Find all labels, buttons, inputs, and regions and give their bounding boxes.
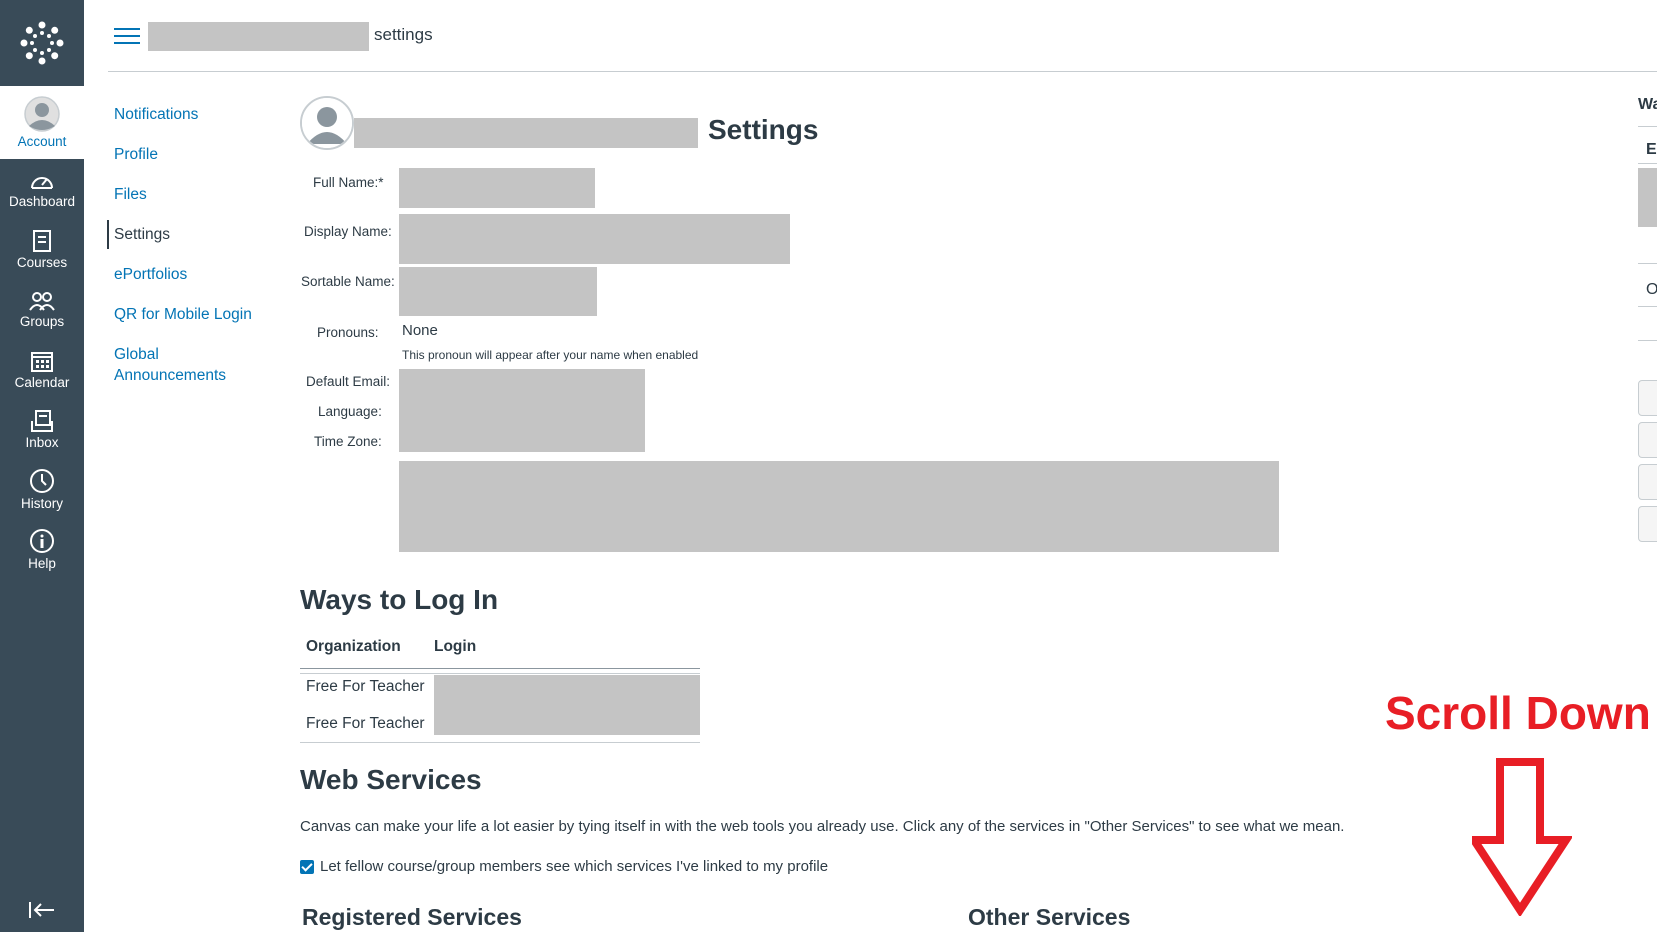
canvas-logo-icon: [20, 21, 64, 65]
menu-qr-mobile-login[interactable]: QR for Mobile Login: [108, 300, 278, 329]
hamburger-line: [114, 28, 140, 30]
right-panel-rule: [1638, 126, 1657, 127]
display-name-field[interactable]: [399, 214, 790, 264]
pronouns-value[interactable]: None: [402, 322, 438, 339]
nav-dashboard-label: Dashboard: [8, 193, 76, 209]
share-services-option[interactable]: Let fellow course/group members see whic…: [300, 858, 828, 875]
web-services-heading: Web Services: [300, 764, 482, 795]
other-services-heading: Other Services: [968, 904, 1131, 930]
top-bar: settings: [108, 0, 1657, 72]
scroll-down-annotation: Scroll Down: [1385, 687, 1651, 739]
account-section-menu: Notifications Profile Files Settings ePo…: [107, 100, 278, 401]
right-panel-title-fragment: Wa: [1638, 96, 1657, 113]
full-name-label: Full Name:*: [313, 175, 384, 190]
right-panel-button[interactable]: [1638, 422, 1657, 458]
nav-calendar-label: Calendar: [14, 374, 70, 390]
table-header-rule-2: [300, 673, 700, 674]
sortable-name-label: Sortable Name:: [301, 274, 395, 289]
groups-icon: [29, 291, 55, 311]
email-language-timezone-redacted[interactable]: [399, 369, 645, 452]
right-panel-rule: [1638, 263, 1657, 264]
right-panel-button[interactable]: [1638, 380, 1657, 416]
menu-profile[interactable]: Profile: [108, 140, 278, 169]
breadcrumb-redacted[interactable]: [148, 22, 369, 51]
table-bottom-rule: [300, 742, 700, 743]
nav-groups[interactable]: Groups: [0, 279, 84, 339]
nav-account[interactable]: Account: [0, 86, 84, 159]
right-panel-item-fragment: E: [1646, 141, 1657, 158]
nav-groups-label: Groups: [19, 313, 65, 329]
right-panel-button[interactable]: [1638, 506, 1657, 542]
organization-column-header: Organization: [306, 638, 401, 655]
share-services-checkbox[interactable]: [300, 859, 314, 874]
nav-history[interactable]: History: [0, 459, 84, 519]
additional-profile-redacted: [399, 461, 1279, 552]
web-services-description: Canvas can make your life a lot easier b…: [300, 818, 1345, 835]
calendar-icon: [31, 351, 53, 372]
menu-notifications[interactable]: Notifications: [108, 100, 278, 129]
menu-global-announcements[interactable]: Global Announcements: [108, 340, 258, 390]
hamburger-line: [114, 42, 140, 44]
menu-eportfolios[interactable]: ePortfolios: [108, 260, 278, 289]
nav-inbox-label: Inbox: [25, 434, 59, 450]
login-row-organization: Free For Teacher: [306, 678, 425, 695]
nav-calendar[interactable]: Calendar: [0, 339, 84, 399]
breadcrumb-current: settings: [374, 25, 433, 44]
nav-courses[interactable]: Courses: [0, 219, 84, 279]
profile-avatar[interactable]: [300, 96, 354, 150]
nav-dashboard[interactable]: Dashboard: [0, 159, 84, 219]
nav-inbox[interactable]: Inbox: [0, 399, 84, 459]
login-row-organization: Free For Teacher: [306, 715, 425, 732]
history-icon: [30, 468, 54, 493]
menu-settings[interactable]: Settings: [107, 220, 278, 249]
right-panel-rule: [1638, 163, 1657, 164]
help-icon: [30, 528, 54, 553]
nav-courses-label: Courses: [16, 254, 68, 270]
collapse-left-icon: [29, 902, 54, 918]
right-panel-item-fragment: O: [1646, 281, 1657, 298]
dashboard-icon: [31, 176, 53, 189]
right-panel-button[interactable]: [1638, 464, 1657, 500]
pronouns-hint: This pronoun will appear after your name…: [402, 348, 699, 362]
display-name-label: Display Name:: [304, 224, 392, 239]
login-values-redacted: [434, 675, 700, 735]
sortable-name-field[interactable]: [399, 267, 597, 316]
collapse-nav-button[interactable]: [0, 892, 84, 928]
menu-files[interactable]: Files: [108, 180, 278, 209]
user-name-redacted: [354, 118, 698, 148]
account-avatar-icon: [24, 96, 60, 132]
global-navigation: Account Dashboard Courses Groups Calenda…: [0, 0, 84, 932]
right-panel-rule: [1638, 306, 1657, 307]
registered-services-heading: Registered Services: [302, 904, 522, 930]
inbox-icon: [31, 409, 53, 432]
user-avatar-icon: [302, 98, 352, 148]
page-title: Settings: [708, 114, 819, 145]
nav-help[interactable]: Help: [0, 519, 84, 579]
share-services-label: Let fellow course/group members see whic…: [320, 858, 829, 875]
right-panel-redacted: [1638, 168, 1657, 227]
nav-account-label: Account: [17, 134, 67, 149]
right-panel-rule: [1638, 340, 1657, 341]
canvas-logo[interactable]: [0, 0, 84, 86]
courses-icon: [33, 229, 51, 252]
ways-to-log-in-heading: Ways to Log In: [300, 584, 499, 615]
time-zone-label: Time Zone:: [314, 434, 382, 449]
nav-help-label: Help: [28, 555, 56, 571]
full-name-field[interactable]: [399, 168, 595, 208]
language-label: Language:: [318, 404, 382, 419]
hamburger-line: [114, 35, 140, 37]
table-header-rule: [300, 668, 700, 669]
menu-toggle-button[interactable]: [114, 28, 140, 48]
login-column-header: Login: [434, 638, 477, 655]
pronouns-label: Pronouns:: [317, 325, 379, 340]
nav-history-label: History: [20, 495, 63, 511]
default-email-label: Default Email:: [306, 374, 391, 389]
down-arrow-icon: [1472, 758, 1572, 916]
